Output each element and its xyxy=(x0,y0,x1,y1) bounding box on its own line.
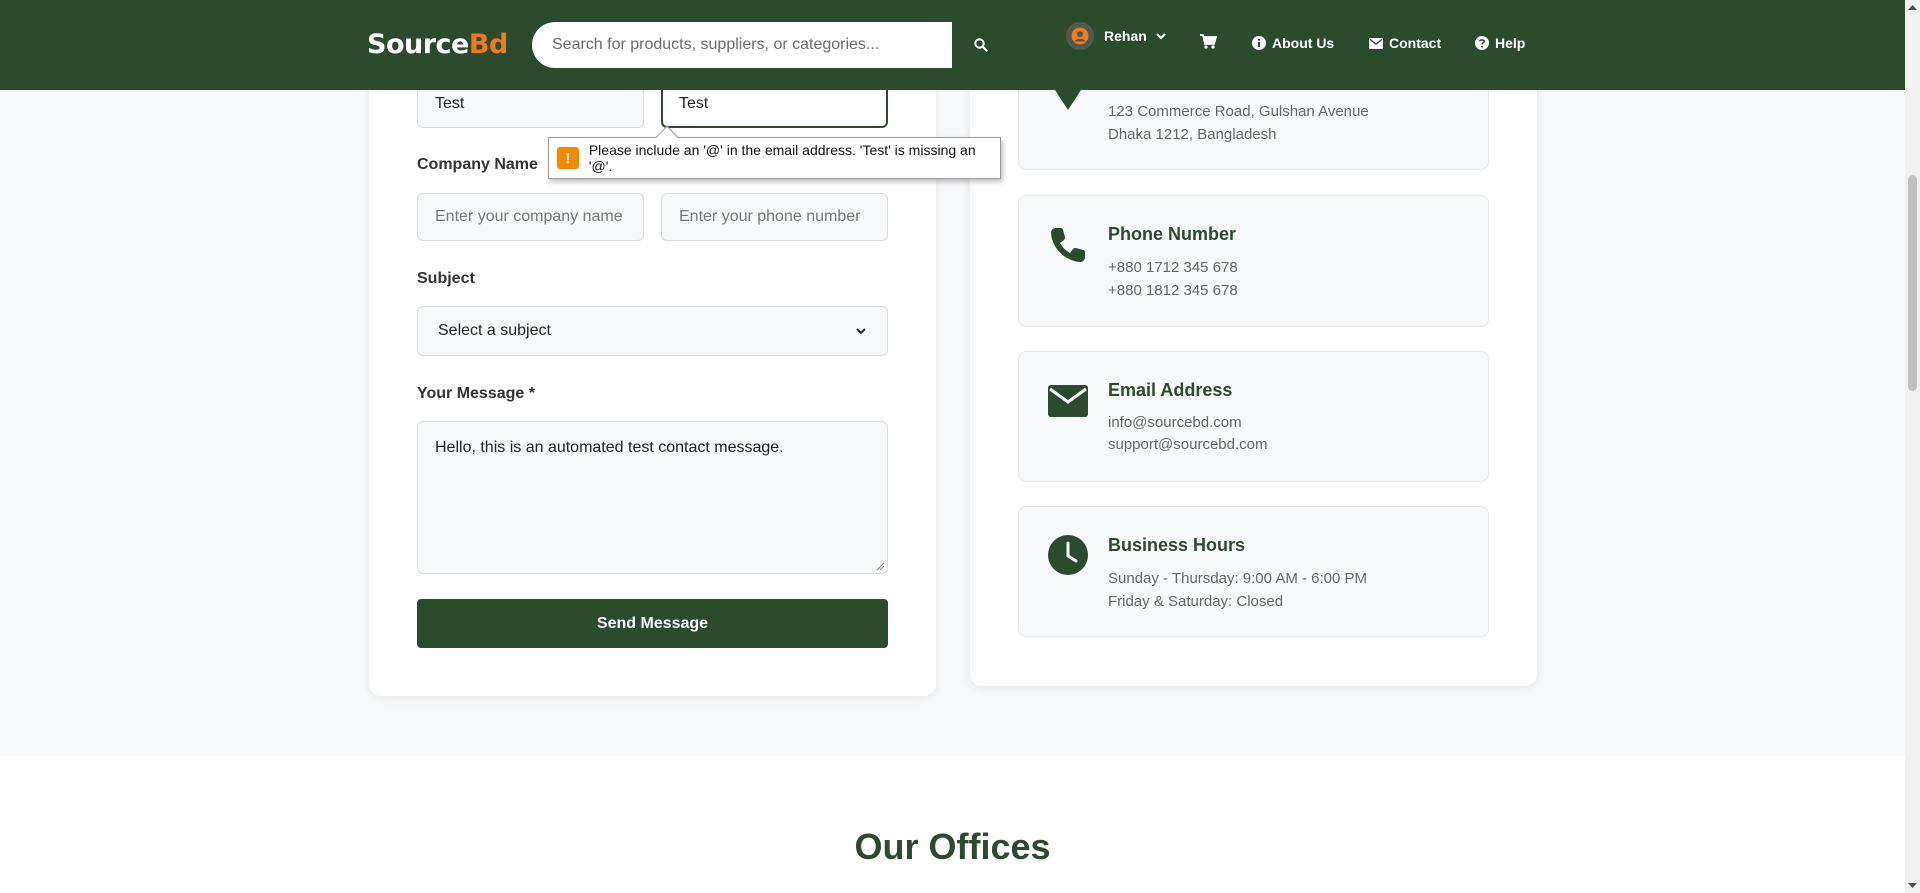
address-line-2: Dhaka 1212, Bangladesh xyxy=(1108,126,1277,143)
email-line-2: support@sourcebd.com xyxy=(1108,436,1268,453)
hours-title: Business Hours xyxy=(1108,535,1246,555)
message-label: Your Message * xyxy=(417,385,535,402)
page-scrollbar[interactable] xyxy=(1905,0,1920,893)
scroll-down-arrow-icon[interactable] xyxy=(1908,881,1917,890)
cart-button[interactable] xyxy=(1200,34,1223,49)
nav-help[interactable]: Help xyxy=(1475,35,1525,51)
send-message-button[interactable]: Send Message xyxy=(417,599,888,648)
phone-title: Phone Number xyxy=(1108,224,1237,244)
phone-line-1: +880 1712 345 678 xyxy=(1108,259,1238,276)
user-menu[interactable]: Rehan xyxy=(1066,22,1167,50)
phone-icon xyxy=(1044,221,1092,269)
company-name-label: Company Name xyxy=(417,156,538,173)
avatar xyxy=(1066,22,1094,50)
warning-icon: ! xyxy=(557,147,579,169)
scroll-thumb[interactable] xyxy=(1908,175,1917,391)
user-icon xyxy=(1071,27,1089,45)
nav-contact-label: Contact xyxy=(1389,35,1442,51)
envelope-icon xyxy=(1369,37,1383,49)
info-icon xyxy=(1252,36,1266,50)
user-name: Rehan xyxy=(1104,28,1147,44)
nav-about-us[interactable]: About Us xyxy=(1252,35,1334,51)
phone-line-2: +880 1812 345 678 xyxy=(1108,282,1238,299)
subject-label: Subject xyxy=(417,270,475,287)
subject-select-value: Select a subject xyxy=(438,322,551,339)
email-line-1: info@sourcebd.com xyxy=(1108,414,1242,431)
chevron-down-icon xyxy=(1156,33,1166,40)
sourcebd-logo[interactable]: SourceBd xyxy=(367,29,508,60)
tooltip-text: Please include an '@' in the email addre… xyxy=(588,142,976,174)
search-button[interactable] xyxy=(952,22,1010,68)
offices-section xyxy=(0,756,1905,893)
resize-handle-icon[interactable] xyxy=(876,562,885,571)
question-icon xyxy=(1475,36,1489,50)
company-name-input[interactable] xyxy=(417,193,644,241)
validation-tooltip: ! Please include an '@' in the email add… xyxy=(548,125,1001,179)
logo-text-bd: Bd xyxy=(468,29,508,60)
search-input[interactable] xyxy=(532,22,952,68)
hours-line-1: Sunday - Thursday: 9:00 AM - 6:00 PM xyxy=(1108,570,1368,587)
top-navbar: SourceBd Rehan About Us Contact Help xyxy=(0,0,1905,90)
chevron-down-icon xyxy=(856,328,866,335)
phone-input[interactable] xyxy=(661,193,888,241)
nav-about-us-label: About Us xyxy=(1272,35,1335,51)
nav-contact[interactable]: Contact xyxy=(1369,35,1441,51)
email-title: Email Address xyxy=(1108,380,1233,400)
subject-select[interactable]: Select a subject xyxy=(417,306,888,356)
logo-text-source: Source xyxy=(367,29,469,60)
address-line-1: 123 Commerce Road, Gulshan Avenue xyxy=(1108,103,1369,120)
nav-help-label: Help xyxy=(1495,35,1526,51)
hours-line-2: Friday & Saturday: Closed xyxy=(1108,593,1284,610)
search-icon xyxy=(974,38,988,52)
envelope-icon xyxy=(1044,377,1092,425)
message-textarea[interactable]: Hello, this is an automated test contact… xyxy=(417,421,888,574)
offices-title: Our Offices xyxy=(854,826,1051,867)
scroll-up-arrow-icon[interactable] xyxy=(1908,3,1917,12)
cart-icon xyxy=(1200,34,1217,49)
clock-icon xyxy=(1044,531,1092,579)
